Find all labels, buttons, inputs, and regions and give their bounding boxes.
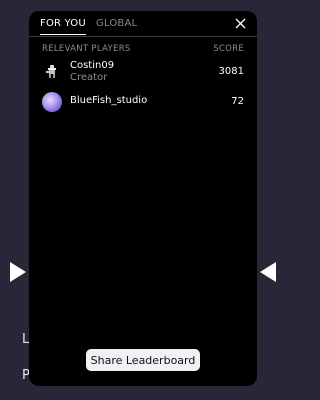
player-score: 72: [231, 96, 244, 107]
leaderboard-row[interactable]: BlueFish_studio 72: [29, 89, 257, 115]
tab-global[interactable]: GLOBAL: [96, 18, 137, 29]
app-screen: L P FOR YOU GLOBAL RELEVANT PLAYERS SCOR…: [0, 0, 286, 400]
players-column-header: RELEVANT PLAYERS: [42, 44, 131, 54]
leaderboard-row[interactable]: Costin09 Creator 3081: [29, 59, 257, 85]
pixel-character-avatar: [42, 62, 62, 82]
leaderboard-modal: FOR YOU GLOBAL RELEVANT PLAYERS SCORE Co…: [29, 11, 257, 386]
tab-for-you[interactable]: FOR YOU: [40, 18, 86, 35]
score-column-header: SCORE: [213, 44, 244, 54]
player-score: 3081: [218, 66, 244, 77]
player-name: BlueFish_studio: [70, 95, 148, 106]
purple-gradient-avatar: [42, 92, 62, 112]
next-arrow-icon[interactable]: [260, 262, 276, 282]
previous-arrow-icon[interactable]: [10, 262, 26, 282]
close-icon[interactable]: [235, 18, 246, 29]
leaderboard-tabs: FOR YOU GLOBAL: [29, 11, 257, 37]
player-role: Creator: [70, 72, 108, 83]
player-name: Costin09: [70, 60, 115, 71]
share-leaderboard-button[interactable]: Share Leaderboard: [86, 349, 200, 371]
